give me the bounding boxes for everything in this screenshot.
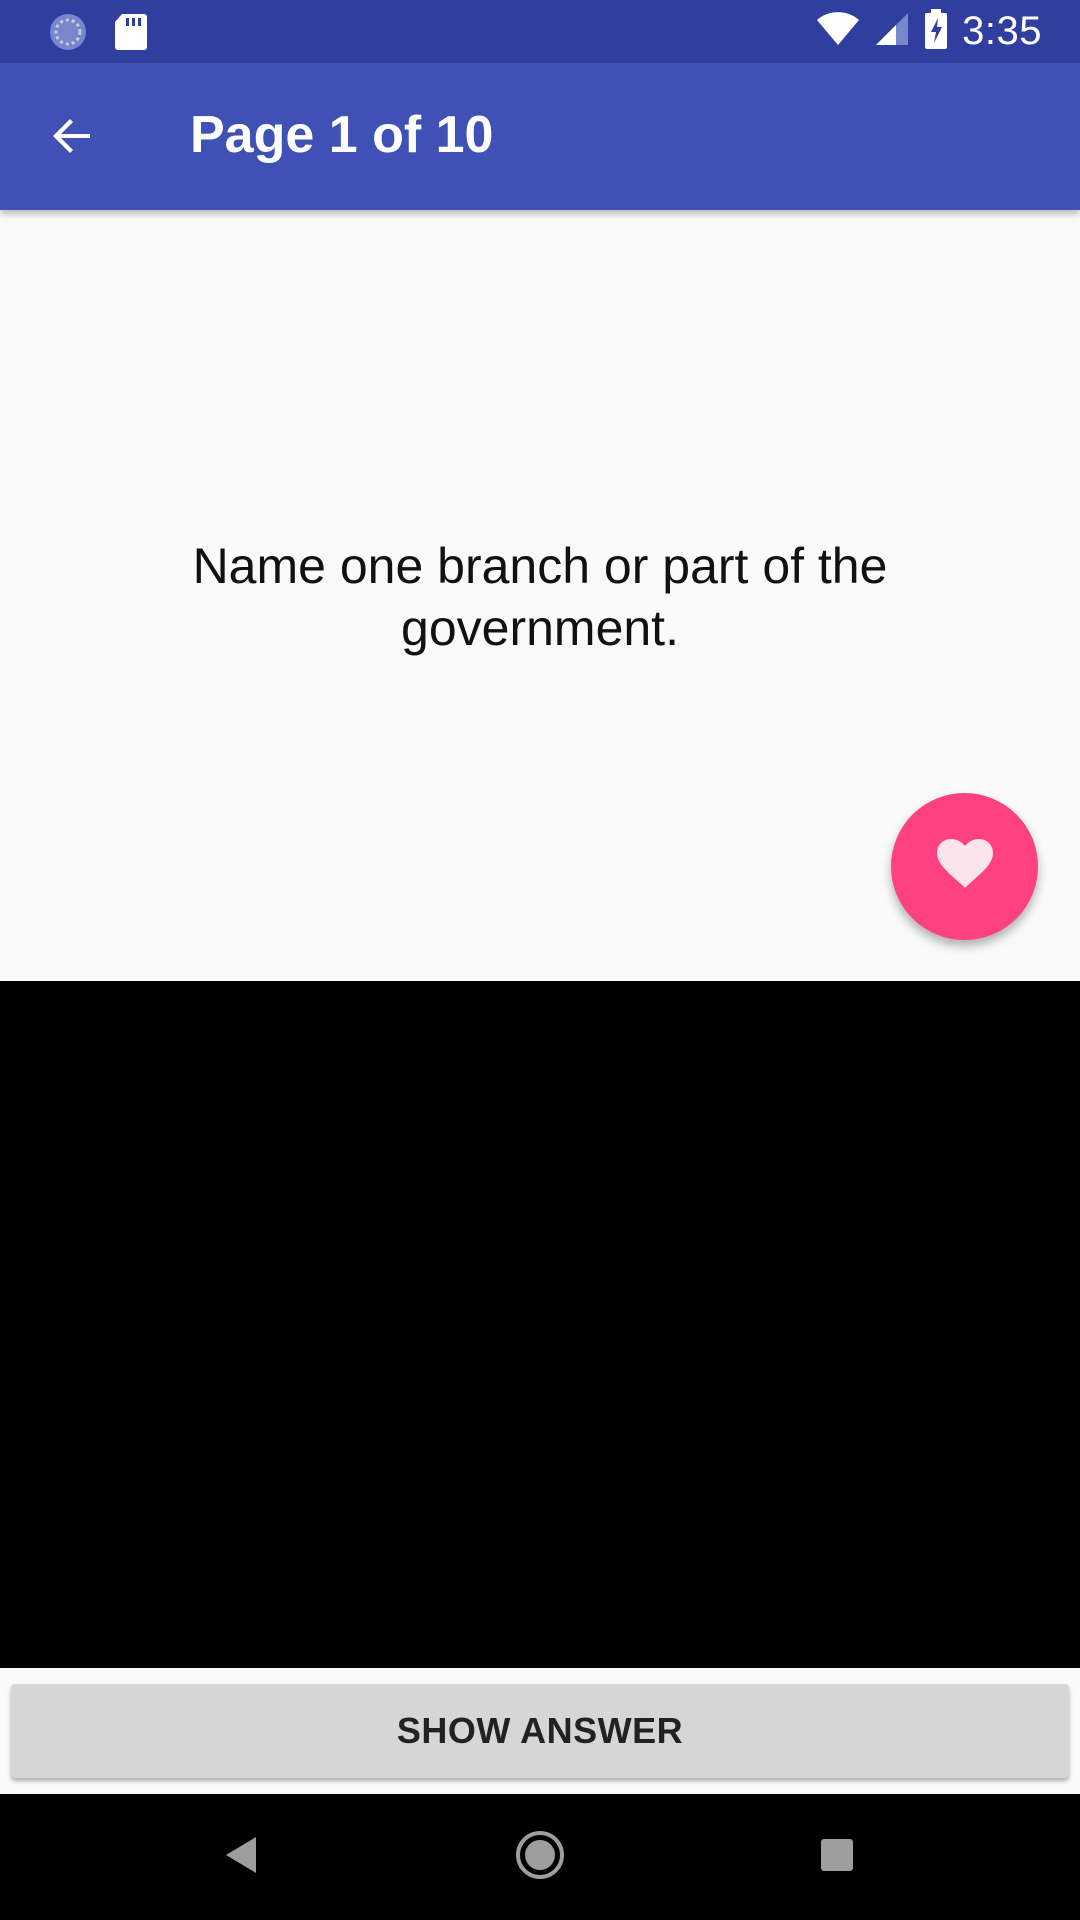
heart-icon	[936, 838, 994, 895]
page-title: Page 1 of 10	[190, 106, 494, 164]
arrow-back-icon	[48, 112, 96, 165]
question-text: Name one branch or part of the governmen…	[192, 538, 888, 656]
sd-card-icon	[114, 12, 148, 52]
bottom-panel: SHOW ANSWER	[0, 1668, 1080, 1794]
home-circle-icon	[514, 1829, 566, 1886]
favorite-button[interactable]	[891, 793, 1038, 940]
battery-charging-icon	[924, 9, 948, 54]
status-bar: 3:35	[0, 0, 1080, 63]
empty-area	[0, 981, 1080, 1668]
recents-square-icon	[819, 1837, 855, 1878]
wifi-icon	[816, 11, 860, 52]
loading-icon	[48, 12, 88, 52]
nav-back-button[interactable]	[212, 1827, 272, 1887]
show-answer-button[interactable]: SHOW ANSWER	[11, 1684, 1069, 1778]
app-bar: Page 1 of 10	[0, 63, 1080, 210]
signal-icon	[874, 11, 910, 52]
nav-recents-button[interactable]	[807, 1827, 867, 1887]
status-time: 3:35	[962, 9, 1042, 53]
nav-home-button[interactable]	[510, 1827, 570, 1887]
question-card: Name one branch or part of the governmen…	[0, 210, 1080, 981]
back-button[interactable]	[34, 100, 110, 176]
navigation-bar	[0, 1794, 1080, 1920]
back-triangle-icon	[224, 1835, 260, 1880]
